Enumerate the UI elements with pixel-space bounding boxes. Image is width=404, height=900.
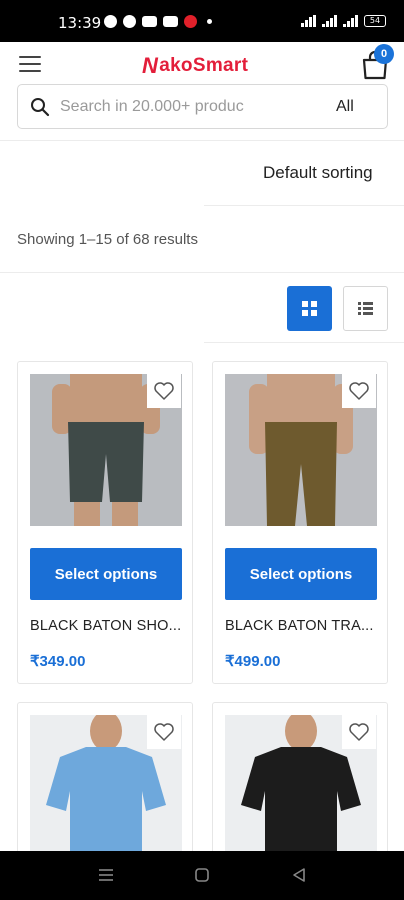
wishlist-button[interactable] [342,374,376,408]
wishlist-button[interactable] [147,715,181,749]
status-bar: 13:39 54 [0,0,404,42]
menu-icon[interactable] [19,56,41,74]
logo-mark: N [142,53,159,78]
app-icon [123,15,136,28]
site-logo[interactable]: N akoSmart [142,53,248,79]
logo-text: akoSmart [159,55,249,76]
vpn-icon [142,16,157,27]
dot-icon [207,19,212,24]
cart-count-badge: 0 [374,44,394,64]
system-nav-bar [0,851,404,900]
product-name[interactable]: BLACK BATON SHO... [30,618,182,634]
list-view-button[interactable] [343,286,388,331]
divider [204,205,404,206]
status-time: 13:39 [58,14,102,32]
notification-icon [104,15,117,28]
wifi-signal-icon [301,15,316,27]
product-card[interactable]: Select options BLACK BATON SHO... ₹349.0… [17,361,193,684]
heart-icon [349,382,369,400]
product-name[interactable]: BLACK BATON TRA... [225,618,377,634]
battery-icon: 54 [364,15,386,27]
home-icon[interactable] [192,865,212,885]
heart-icon [349,723,369,741]
list-icon [358,302,373,315]
notification-icons [104,15,212,28]
product-card[interactable]: Select options BLACK BATON TRA... ₹499.0… [212,361,388,684]
system-icons: 54 [301,15,386,27]
cell-signal-2-icon [343,15,358,27]
heart-icon [154,723,174,741]
heart-icon [154,382,174,400]
wishlist-button[interactable] [342,715,376,749]
select-options-button[interactable]: Select options [225,548,377,600]
search-input[interactable] [60,91,300,123]
search-bar: All [17,84,388,129]
card-icon [163,16,178,27]
recents-icon[interactable] [96,865,116,885]
divider [0,140,404,141]
back-icon[interactable] [289,865,309,885]
product-price: ₹499.00 [225,653,281,670]
product-price: ₹349.00 [30,653,86,670]
search-icon[interactable] [30,97,50,117]
sorting-select[interactable]: Default sorting [263,163,373,183]
results-count: Showing 1–15 of 68 results [17,231,198,248]
divider [0,272,404,273]
airtel-icon [184,15,197,28]
site-header: N akoSmart [0,42,404,86]
divider [204,342,404,343]
grid-view-button[interactable] [287,286,332,331]
grid-icon [302,301,317,316]
select-options-button[interactable]: Select options [30,548,182,600]
wishlist-button[interactable] [147,374,181,408]
search-category-select[interactable]: All [336,98,354,116]
cell-signal-icon [322,15,337,27]
